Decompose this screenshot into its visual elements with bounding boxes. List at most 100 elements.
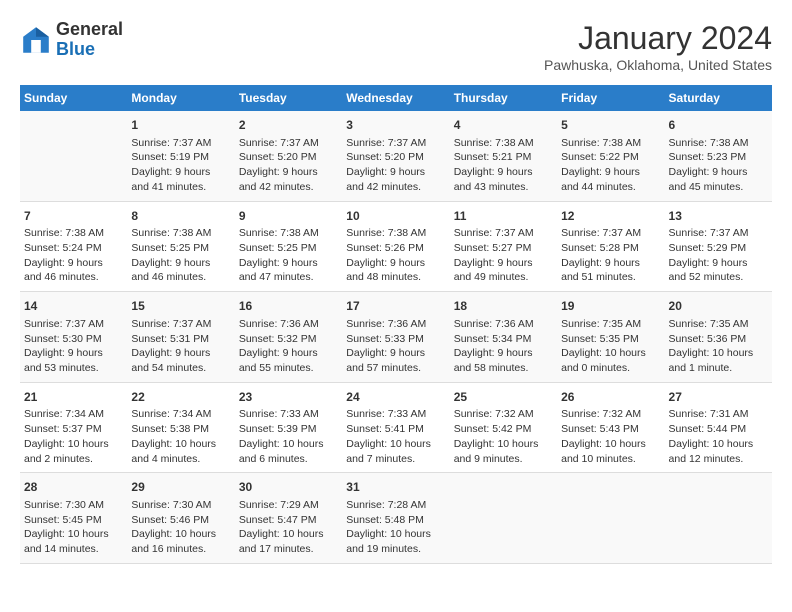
day-content: Sunrise: 7:29 AM Sunset: 5:47 PM Dayligh… [239,498,338,557]
day-content: Sunrise: 7:37 AM Sunset: 5:30 PM Dayligh… [24,317,123,376]
day-content: Sunrise: 7:31 AM Sunset: 5:44 PM Dayligh… [669,407,768,466]
day-content: Sunrise: 7:28 AM Sunset: 5:48 PM Dayligh… [346,498,445,557]
day-content: Sunrise: 7:32 AM Sunset: 5:42 PM Dayligh… [454,407,553,466]
day-number: 31 [346,479,445,496]
day-content: Sunrise: 7:37 AM Sunset: 5:31 PM Dayligh… [131,317,230,376]
calendar-cell: 17Sunrise: 7:36 AM Sunset: 5:33 PM Dayli… [342,292,449,383]
day-number: 29 [131,479,230,496]
calendar-cell: 1Sunrise: 7:37 AM Sunset: 5:19 PM Daylig… [127,111,234,201]
calendar-cell: 4 Sunrise: 7:38 AM Sunset: 5:21 PM Daylig… [450,111,557,201]
calendar-cell: 9Sunrise: 7:38 AM Sunset: 5:25 PM Daylig… [235,201,342,292]
day-number: 20 [669,298,768,315]
day-content: Sunrise: 7:38 AM Sunset: 5:25 PM Dayligh… [239,226,338,285]
day-content: Sunrise: 7:38 AM Sunset: 5:26 PM Dayligh… [346,226,445,285]
month-title: January 2024 [544,20,772,57]
week-row-4: 28 Sunrise: 7:30 AM Sunset: 5:45 PM Dayli… [20,473,772,564]
day-content: Sunrise: 7:33 AM Sunset: 5:41 PM Dayligh… [346,407,445,466]
logo-text: General Blue [56,20,123,60]
day-number: 10 [346,208,445,225]
calendar-cell: 11Sunrise: 7:37 AM Sunset: 5:27 PM Dayli… [450,201,557,292]
calendar-cell: 29 Sunrise: 7:30 AM Sunset: 5:46 PM Dayli… [127,473,234,564]
day-number: 28 [24,479,123,496]
day-content: Sunrise: 7:37 AM Sunset: 5:19 PM Dayligh… [131,136,230,195]
calendar-cell: 15Sunrise: 7:37 AM Sunset: 5:31 PM Dayli… [127,292,234,383]
calendar-cell: 19Sunrise: 7:35 AM Sunset: 5:35 PM Dayli… [557,292,664,383]
calendar-cell: 14Sunrise: 7:37 AM Sunset: 5:30 PM Dayli… [20,292,127,383]
day-content: Sunrise: 7:37 AM Sunset: 5:27 PM Dayligh… [454,226,553,285]
day-content: Sunrise: 7:36 AM Sunset: 5:34 PM Dayligh… [454,317,553,376]
day-content: Sunrise: 7:38 AM Sunset: 5:23 PM Dayligh… [669,136,768,195]
day-content: Sunrise: 7:32 AM Sunset: 5:43 PM Dayligh… [561,407,660,466]
day-content: Sunrise: 7:38 AM Sunset: 5:25 PM Dayligh… [131,226,230,285]
calendar-cell [665,473,772,564]
day-number: 9 [239,208,338,225]
location: Pawhuska, Oklahoma, United States [544,57,772,73]
week-row-2: 14Sunrise: 7:37 AM Sunset: 5:30 PM Dayli… [20,292,772,383]
day-number: 4 [454,117,553,134]
day-content: Sunrise: 7:38 AM Sunset: 5:21 PM Dayligh… [454,136,553,195]
week-row-1: 7Sunrise: 7:38 AM Sunset: 5:24 PM Daylig… [20,201,772,292]
week-row-3: 21Sunrise: 7:34 AM Sunset: 5:37 PM Dayli… [20,382,772,473]
calendar-table: SundayMondayTuesdayWednesdayThursdayFrid… [20,85,772,564]
day-number: 3 [346,117,445,134]
logo-general-text: General [56,19,123,39]
calendar-cell: 26Sunrise: 7:32 AM Sunset: 5:43 PM Dayli… [557,382,664,473]
day-content: Sunrise: 7:33 AM Sunset: 5:39 PM Dayligh… [239,407,338,466]
calendar-cell [557,473,664,564]
day-number: 30 [239,479,338,496]
calendar-cell: 6 Sunrise: 7:38 AM Sunset: 5:23 PM Daylig… [665,111,772,201]
calendar-body: 1Sunrise: 7:37 AM Sunset: 5:19 PM Daylig… [20,111,772,563]
calendar-cell: 22Sunrise: 7:34 AM Sunset: 5:38 PM Dayli… [127,382,234,473]
day-number: 11 [454,208,553,225]
logo-blue-text: Blue [56,39,95,59]
calendar-cell: 18 Sunrise: 7:36 AM Sunset: 5:34 PM Dayli… [450,292,557,383]
day-number: 8 [131,208,230,225]
day-number: 13 [669,208,768,225]
day-content: Sunrise: 7:35 AM Sunset: 5:35 PM Dayligh… [561,317,660,376]
calendar-cell: 27Sunrise: 7:31 AM Sunset: 5:44 PM Dayli… [665,382,772,473]
calendar-cell: 10Sunrise: 7:38 AM Sunset: 5:26 PM Dayli… [342,201,449,292]
day-number: 25 [454,389,553,406]
day-number: 22 [131,389,230,406]
calendar-cell: 13Sunrise: 7:37 AM Sunset: 5:29 PM Dayli… [665,201,772,292]
header-day-sunday: Sunday [20,85,127,111]
calendar-cell: 5 Sunrise: 7:38 AM Sunset: 5:22 PM Daylig… [557,111,664,201]
header-day-friday: Friday [557,85,664,111]
day-content: Sunrise: 7:36 AM Sunset: 5:32 PM Dayligh… [239,317,338,376]
day-content: Sunrise: 7:30 AM Sunset: 5:45 PM Dayligh… [24,498,123,557]
day-number: 16 [239,298,338,315]
title-block: January 2024 Pawhuska, Oklahoma, United … [544,20,772,73]
calendar-cell: 16 Sunrise: 7:36 AM Sunset: 5:32 PM Dayli… [235,292,342,383]
page-header: General Blue January 2024 Pawhuska, Okla… [20,20,772,73]
calendar-cell: 20 Sunrise: 7:35 AM Sunset: 5:36 PM Dayli… [665,292,772,383]
day-content: Sunrise: 7:34 AM Sunset: 5:37 PM Dayligh… [24,407,123,466]
header-day-wednesday: Wednesday [342,85,449,111]
header-day-tuesday: Tuesday [235,85,342,111]
day-number: 24 [346,389,445,406]
day-content: Sunrise: 7:34 AM Sunset: 5:38 PM Dayligh… [131,407,230,466]
day-content: Sunrise: 7:38 AM Sunset: 5:22 PM Dayligh… [561,136,660,195]
day-number: 18 [454,298,553,315]
header-row: SundayMondayTuesdayWednesdayThursdayFrid… [20,85,772,111]
calendar-cell: 7Sunrise: 7:38 AM Sunset: 5:24 PM Daylig… [20,201,127,292]
calendar-cell: 24Sunrise: 7:33 AM Sunset: 5:41 PM Dayli… [342,382,449,473]
day-content: Sunrise: 7:36 AM Sunset: 5:33 PM Dayligh… [346,317,445,376]
day-number: 2 [239,117,338,134]
calendar-cell: 31 Sunrise: 7:28 AM Sunset: 5:48 PM Dayli… [342,473,449,564]
day-number: 27 [669,389,768,406]
day-content: Sunrise: 7:37 AM Sunset: 5:20 PM Dayligh… [239,136,338,195]
calendar-cell: 23Sunrise: 7:33 AM Sunset: 5:39 PM Dayli… [235,382,342,473]
day-content: Sunrise: 7:38 AM Sunset: 5:24 PM Dayligh… [24,226,123,285]
day-content: Sunrise: 7:35 AM Sunset: 5:36 PM Dayligh… [669,317,768,376]
header-day-saturday: Saturday [665,85,772,111]
week-row-0: 1Sunrise: 7:37 AM Sunset: 5:19 PM Daylig… [20,111,772,201]
calendar-header: SundayMondayTuesdayWednesdayThursdayFrid… [20,85,772,111]
header-day-monday: Monday [127,85,234,111]
logo-icon [20,24,52,56]
day-content: Sunrise: 7:37 AM Sunset: 5:20 PM Dayligh… [346,136,445,195]
day-number: 6 [669,117,768,134]
day-content: Sunrise: 7:30 AM Sunset: 5:46 PM Dayligh… [131,498,230,557]
calendar-cell: 3 Sunrise: 7:37 AM Sunset: 5:20 PM Daylig… [342,111,449,201]
day-number: 5 [561,117,660,134]
calendar-cell: 28 Sunrise: 7:30 AM Sunset: 5:45 PM Dayli… [20,473,127,564]
